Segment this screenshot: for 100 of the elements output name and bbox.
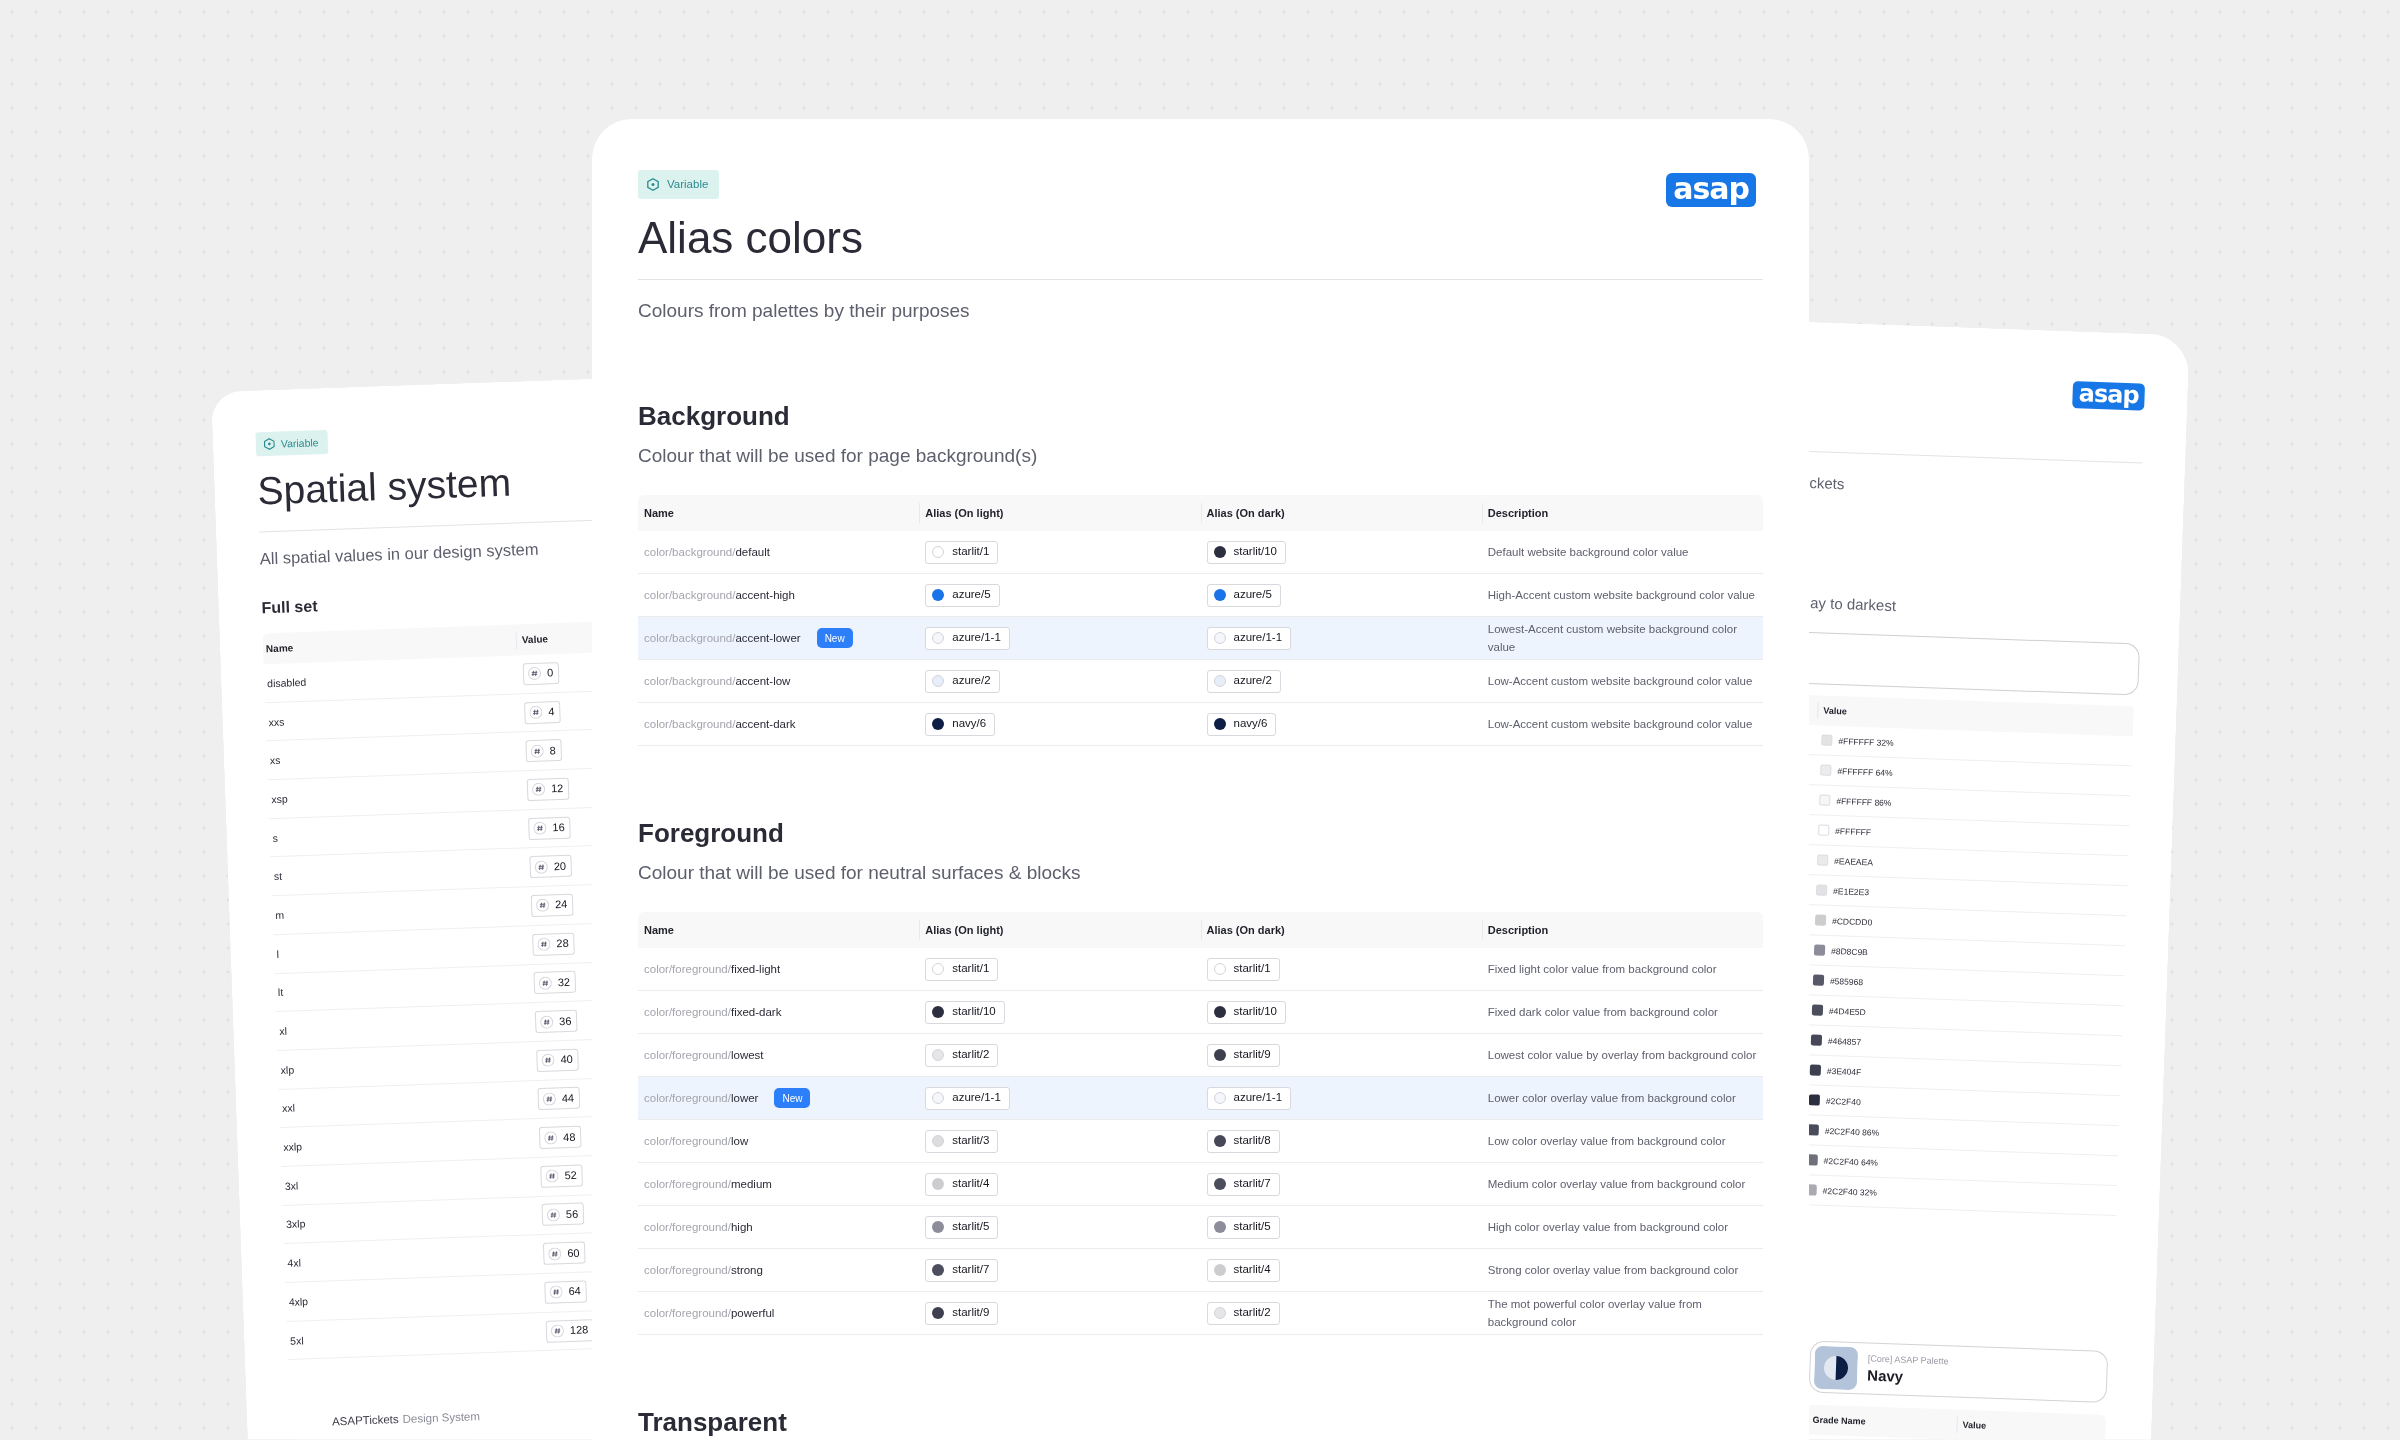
row-name: lt xyxy=(277,986,284,999)
hash-icon xyxy=(527,667,542,681)
alias-label: starlit/9 xyxy=(952,1307,990,1319)
row-name: xlp xyxy=(280,1063,295,1076)
alias-label: starlit/10 xyxy=(1233,546,1277,558)
hexagon-icon xyxy=(263,437,276,451)
row-name: 5xl xyxy=(289,1333,304,1347)
alias-label: starlit/1 xyxy=(952,546,990,558)
row-name: s xyxy=(272,831,279,844)
column-header: Alias (On light) xyxy=(925,507,1004,519)
value-text: 16 xyxy=(552,822,565,834)
token-name: color/foreground/lower xyxy=(644,1092,759,1104)
column-header: Description xyxy=(1487,507,1549,519)
palette-caption: [Core] ASAP Palette xyxy=(1867,1353,1949,1367)
token-name: color/background/accent-dark xyxy=(644,718,796,730)
description-text: Fixed dark color value from background color xyxy=(1487,1005,1719,1020)
value-text: 32 xyxy=(557,976,571,989)
value-text: 52 xyxy=(564,1170,577,1182)
row-name: 4xl xyxy=(287,1256,302,1269)
hash-icon xyxy=(541,1053,555,1068)
alias-label: starlit/3 xyxy=(952,1135,990,1147)
alias-label: starlit/2 xyxy=(952,1049,990,1061)
hash-icon xyxy=(531,783,546,797)
hash-icon xyxy=(538,976,553,990)
alias-label: navy/6 xyxy=(1233,718,1268,730)
description-text: Low-Accent custom website background color value xyxy=(1487,717,1754,732)
section-heading: Transparent xyxy=(638,1407,787,1437)
alias-label: azure/5 xyxy=(952,589,991,601)
hex-value: #2C2F40 32% xyxy=(1822,1185,1878,1198)
hex-value: #FFFFFF 86% xyxy=(1836,795,1892,808)
hex-value: #CDCDD0 xyxy=(1831,915,1873,927)
description-text: High color overlay value from background color xyxy=(1487,1220,1730,1235)
row-name: 3xl xyxy=(284,1179,299,1192)
token-name: color/foreground/lowest xyxy=(644,1049,764,1061)
value-text: 24 xyxy=(554,899,568,911)
value-text: 64 xyxy=(568,1286,582,1298)
alias-label: starlit/5 xyxy=(952,1221,990,1233)
value-text: 12 xyxy=(550,783,564,795)
card-subtitle: Colours from palettes by their purposes xyxy=(638,299,970,323)
alias-label: starlit/10 xyxy=(1233,1006,1277,1018)
token-name: color/foreground/medium xyxy=(644,1178,772,1190)
hash-icon xyxy=(533,821,547,836)
hex-value: #E1E2E3 xyxy=(1833,885,1870,897)
hex-value: #8D8C9B xyxy=(1830,945,1869,957)
value-text: 48 xyxy=(563,1131,576,1143)
tag-label: Variable xyxy=(280,437,319,449)
description-text: Lowest-Accent custom website background color value xyxy=(1487,622,1739,655)
row-name: xxl xyxy=(281,1101,296,1115)
hex-value: #2C2F40 86% xyxy=(1824,1125,1880,1138)
hex-value: #FFFFFF xyxy=(1835,825,1872,837)
token-name: color/foreground/fixed-dark xyxy=(644,1006,782,1018)
hash-icon xyxy=(530,744,544,758)
section-description: Colour that will be used for neutral surfaces & blocks xyxy=(638,861,1081,885)
row-name: st xyxy=(273,870,283,883)
column-header: Value xyxy=(1823,705,1848,717)
row-name: l xyxy=(276,947,280,960)
hex-value: #3E404F xyxy=(1826,1065,1862,1077)
hex-value: #4D4E5D xyxy=(1828,1005,1866,1017)
alias-label: starlit/10 xyxy=(952,1006,996,1018)
alias-label: azure/2 xyxy=(952,675,991,687)
value-text: 28 xyxy=(556,938,569,950)
section-heading: Foreground xyxy=(638,818,784,848)
column-header: Value xyxy=(1962,1419,1987,1431)
column-header: Name xyxy=(265,642,294,655)
token-name: color/background/accent-lower xyxy=(644,632,801,644)
value-text: 36 xyxy=(559,1015,572,1027)
hash-icon xyxy=(550,1324,565,1338)
token-name: color/background/default xyxy=(644,546,770,558)
value-text: 40 xyxy=(560,1054,573,1066)
alias-label: starlit/1 xyxy=(1233,963,1271,975)
row-name: xxlp xyxy=(283,1140,303,1153)
token-name: color/foreground/fixed-light xyxy=(644,963,781,975)
hex-value: #EAEAEA xyxy=(1834,855,1874,867)
hash-icon xyxy=(535,899,550,913)
hex-value: #2C2F40 xyxy=(1825,1095,1861,1107)
token-name: color/foreground/high xyxy=(644,1221,753,1233)
row-name: xs xyxy=(269,754,281,767)
token-name: color/foreground/powerful xyxy=(644,1307,775,1319)
alias-label: azure/5 xyxy=(1233,589,1272,601)
hex-value: #FFFFFF 64% xyxy=(1837,765,1893,778)
section-heading: Full set xyxy=(261,596,318,619)
value-text: 20 xyxy=(553,860,567,873)
alias-label: azure/2 xyxy=(1233,675,1272,687)
alias-label: starlit/4 xyxy=(1233,1264,1271,1276)
hash-icon xyxy=(534,860,548,874)
description-text: Default website background color value xyxy=(1487,545,1690,560)
alias-label: starlit/2 xyxy=(1233,1307,1271,1319)
description-text: Low-Accent custom website background color value xyxy=(1487,674,1754,689)
card-subtitle: All spatial values in our design system xyxy=(259,538,539,569)
description-text: Strong color overlay value from background color xyxy=(1487,1263,1740,1278)
token-name: color/background/accent-high xyxy=(644,589,795,601)
column-header: Description xyxy=(1487,924,1549,936)
value-text: 44 xyxy=(561,1092,575,1105)
new-badge: New xyxy=(816,628,853,648)
hex-value: #464857 xyxy=(1827,1035,1862,1047)
token-name: color/foreground/low xyxy=(644,1135,749,1147)
hash-icon xyxy=(545,1169,559,1184)
alias-label: starlit/1 xyxy=(952,963,990,975)
hash-icon xyxy=(549,1285,563,1300)
alias-label: navy/6 xyxy=(952,718,987,730)
